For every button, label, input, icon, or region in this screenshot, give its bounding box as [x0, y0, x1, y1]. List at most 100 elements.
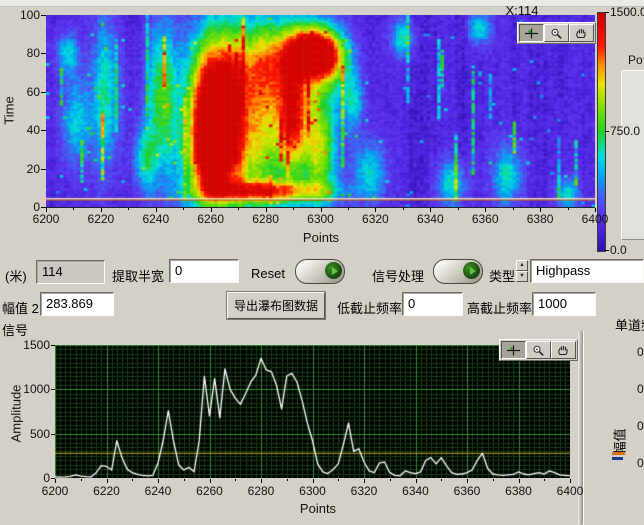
signal-x-minor-tick — [132, 479, 133, 481]
low-cutoff-input[interactable]: 0 — [402, 292, 463, 316]
waterfall-y-tickmark — [41, 169, 46, 170]
signal-x-tickmark — [519, 479, 520, 483]
signal-plot[interactable] — [55, 345, 570, 478]
waterfall-x-tickmark — [595, 208, 596, 212]
signal-x-minor-tick — [235, 479, 236, 481]
signal-processing-label: 信号处理 — [372, 266, 424, 285]
signal-x-tickmark — [55, 479, 56, 483]
signal-graph-palette — [499, 339, 578, 361]
signal-x-minor-tick — [81, 479, 82, 481]
signal-x-tickmark — [416, 479, 417, 483]
waterfall-x-tickmark — [375, 208, 376, 212]
color-scale-tickmark — [605, 12, 609, 13]
waterfall-x-tickmark — [485, 208, 486, 212]
signal-x-minor-tick — [338, 479, 339, 481]
waterfall-x-minor-tick — [238, 208, 239, 210]
signal-x-tick-label: 6400 — [550, 484, 590, 498]
signal-section-label: 信号 — [2, 320, 28, 339]
pan-tool-button[interactable] — [551, 341, 576, 359]
high-cutoff-input[interactable]: 1000 — [532, 292, 596, 316]
waterfall-x-tick-label: 6360 — [465, 212, 505, 226]
waterfall-x-minor-tick — [403, 208, 404, 210]
crosshair-icon — [524, 28, 539, 39]
reset-toggle[interactable] — [295, 259, 345, 284]
waterfall-x-tickmark — [321, 208, 322, 212]
waterfall-x-tickmark — [156, 208, 157, 212]
extract-halfwidth-input[interactable]: 0 — [169, 259, 239, 283]
signal-y-tickmark — [51, 389, 55, 390]
crosshair-tool-button[interactable] — [519, 24, 544, 42]
signal-x-tick-label: 6200 — [35, 484, 75, 498]
waterfall-graph-palette — [517, 22, 596, 44]
crosshair-icon — [506, 345, 521, 356]
waterfall-x-minor-tick — [348, 208, 349, 210]
right-panel-partial-tick: 0 — [637, 382, 644, 396]
waterfall-y-tick-label: 80 — [6, 46, 40, 60]
hand-icon — [556, 345, 571, 356]
waterfall-x-minor-tick — [568, 208, 569, 210]
waterfall-x-tick-label: 6220 — [81, 212, 121, 226]
waterfall-y-tickmark — [41, 53, 46, 54]
waterfall-x-minor-tick — [183, 208, 184, 210]
waterfall-x-minor-tick — [128, 208, 129, 210]
signal-x-tick-label: 6260 — [190, 484, 230, 498]
meters-indicator: 114 — [36, 260, 105, 284]
spinner-up-icon[interactable]: ▲ — [516, 260, 528, 271]
pan-tool-button[interactable] — [569, 24, 594, 42]
signal-x-tickmark — [210, 479, 211, 483]
cursor-position-label: X:114 — [496, 3, 548, 18]
signal-y-tick-label: 500 — [14, 427, 50, 441]
waterfall-x-tick-label: 6400 — [575, 212, 615, 226]
signal-x-tick-label: 6240 — [138, 484, 178, 498]
signal-y-tick-label: 1500 — [14, 338, 50, 352]
waterfall-x-tick-label: 6340 — [410, 212, 450, 226]
signal-x-minor-tick — [441, 479, 442, 481]
toggle-knob-icon — [463, 262, 480, 279]
signal-x-tick-label: 6280 — [241, 484, 281, 498]
waterfall-x-minor-tick — [73, 208, 74, 210]
waterfall-x-tickmark — [46, 208, 47, 212]
signal-y-tick-label: 0 — [14, 471, 50, 485]
type-spinner[interactable]: ▲ ▼ — [516, 260, 528, 282]
labview-front-panel: Time Points X:114 Po (米) — [0, 0, 644, 525]
signal-x-minor-tick — [544, 479, 545, 481]
right-panel-orange-mark — [612, 452, 625, 455]
signal-processing-toggle[interactable] — [433, 259, 483, 284]
waterfall-x-axis-title: Points — [298, 230, 344, 245]
waterfall-x-tick-label: 6260 — [191, 212, 231, 226]
amplitude2-label: 幅值 2 — [2, 298, 39, 317]
signal-x-tickmark — [364, 479, 365, 483]
color-scale-tickmark — [605, 131, 609, 132]
reset-label: Reset — [251, 266, 285, 281]
right-panel-partial-tick: 0 — [637, 345, 644, 359]
waterfall-x-tickmark — [266, 208, 267, 212]
waterfall-x-tickmark — [540, 208, 541, 212]
zoom-tool-button[interactable] — [526, 341, 551, 359]
waterfall-y-tick-label: 60 — [6, 85, 40, 99]
signal-x-tick-label: 6360 — [447, 484, 487, 498]
clipped-right-label: Po — [628, 53, 644, 67]
waterfall-y-tickmark — [41, 130, 46, 131]
waterfall-plot[interactable] — [46, 15, 595, 208]
waterfall-x-minor-tick — [293, 208, 294, 210]
waterfall-y-tick-label: 40 — [6, 123, 40, 137]
color-scale-tick-label: 0.0 — [610, 243, 644, 257]
spinner-down-icon[interactable]: ▼ — [516, 271, 528, 282]
signal-x-minor-tick — [390, 479, 391, 481]
right-panel-partial-tick: 0 — [637, 456, 644, 470]
vertical-slider[interactable] — [621, 70, 644, 240]
meters-label: (米) — [5, 266, 27, 285]
signal-y-tickmark — [51, 434, 55, 435]
export-waterfall-button[interactable]: 导出瀑布图数据 — [227, 292, 325, 319]
signal-x-minor-tick — [493, 479, 494, 481]
crosshair-tool-button[interactable] — [501, 341, 526, 359]
right-panel-amplitude-label: 幅值 — [610, 428, 629, 454]
signal-x-tickmark — [313, 479, 314, 483]
extract-halfwidth-label: 提取半宽 — [112, 266, 164, 285]
signal-x-tickmark — [467, 479, 468, 483]
signal-x-minor-tick — [184, 479, 185, 481]
zoom-tool-button[interactable] — [544, 24, 569, 42]
waterfall-y-tick-label: 100 — [6, 8, 40, 22]
filter-type-dropdown[interactable]: Highpass — [530, 259, 644, 283]
signal-x-tick-label: 6300 — [293, 484, 333, 498]
